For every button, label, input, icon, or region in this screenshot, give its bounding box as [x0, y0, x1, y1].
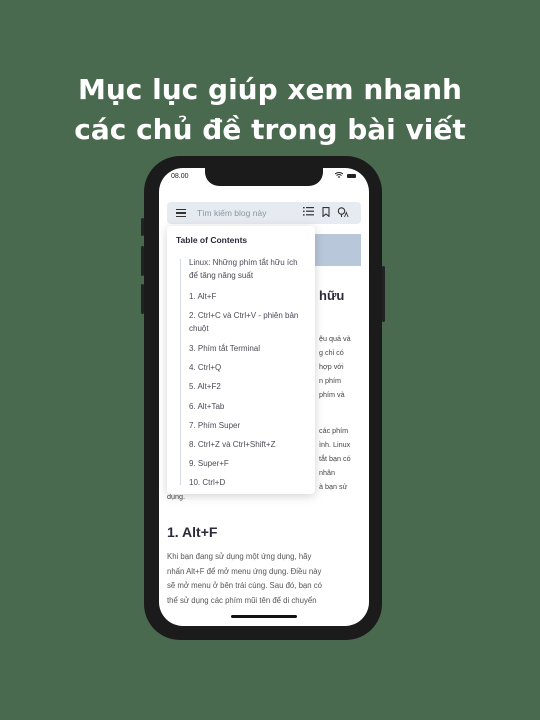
paragraph-line: thể sử dụng các phím mũi tên để di chuyể… — [167, 595, 317, 605]
article-text-fragment: các phím — [319, 426, 349, 435]
phone-side-button — [141, 218, 144, 236]
table-of-contents-popup: Table of Contents Linux: Những phím tắt … — [167, 226, 315, 494]
headline: Mục lục giúp xem nhanh các chủ đề trong … — [0, 70, 540, 150]
battery-icon — [347, 174, 356, 178]
phone-volume-up-button — [141, 246, 144, 276]
toc-item[interactable]: 3. Phím tắt Terminal — [189, 342, 307, 355]
toc-tree-line — [180, 259, 181, 485]
home-indicator[interactable] — [231, 615, 297, 618]
toc-item[interactable]: 9. Super+F — [189, 457, 307, 470]
article-paragraph: Khi bạn đang sử dụng một ứng dụng, hãy n… — [167, 550, 361, 608]
toc-item[interactable]: 2. Ctrl+C và Ctrl+V - phiên bản chuột — [189, 309, 307, 335]
toc-item[interactable]: 1. Alt+F — [189, 290, 307, 303]
toc-item[interactable]: 10. Ctrl+D — [189, 476, 307, 489]
headline-line-2: các chủ đề trong bài viết — [74, 113, 466, 146]
paragraph-line: sẽ mở menu ở bên trái cùng. Sau đó, bạn … — [167, 581, 322, 590]
article-text-fragment: tắt bạn có — [319, 454, 351, 463]
article-text-fragment: ệu quả và — [319, 334, 351, 343]
article-text-fragment: phím và — [319, 390, 345, 399]
status-icons — [334, 172, 356, 180]
paragraph-line: nhấn Alt+F để mở menu ứng dụng. Điều này — [167, 566, 322, 576]
phone-volume-down-button — [141, 284, 144, 314]
paragraph-line: Khi bạn đang sử dụng một ứng dụng, hãy — [167, 552, 312, 561]
article-heading-partial: hữu — [319, 288, 345, 303]
text-size-icon[interactable] — [337, 207, 349, 219]
article-text-fragment: nhân — [319, 468, 335, 477]
list-icon[interactable] — [302, 207, 314, 219]
toc-title: Table of Contents — [176, 235, 248, 245]
toc-item[interactable]: 5. Alt+F2 — [189, 380, 307, 393]
article-text-fragment: n phím — [319, 376, 341, 385]
toc-item[interactable]: 8. Ctrl+Z và Ctrl+Shift+Z — [189, 438, 307, 451]
toc-item[interactable]: 7. Phím Super — [189, 419, 307, 432]
article-text-fragment: g chỉ có — [319, 348, 344, 357]
phone-screen: 08.00 hữu ệu quả và g chỉ có hợp với n p… — [159, 168, 369, 626]
article-hero-image — [311, 234, 361, 266]
search-bar[interactable]: Tìm kiếm blog này — [167, 202, 361, 224]
notch — [205, 168, 323, 186]
status-time: 08.00 — [171, 173, 189, 180]
search-input[interactable]: Tìm kiếm blog này — [197, 208, 266, 218]
toc-item[interactable]: Linux: Những phím tắt hữu ích để tăng nă… — [189, 256, 307, 282]
headline-line-1: Mục lục giúp xem nhanh — [78, 73, 462, 106]
toc-item[interactable]: 4. Ctrl+Q — [189, 361, 307, 374]
article-text-fragment: ình. Linux — [319, 440, 351, 449]
article-text-fragment: hợp với — [319, 362, 344, 371]
bookmark-icon[interactable] — [320, 207, 332, 219]
toc-item[interactable]: 6. Alt+Tab — [189, 400, 307, 413]
phone-power-button — [382, 266, 385, 322]
menu-icon[interactable] — [176, 209, 186, 217]
section-title: 1. Alt+F — [167, 524, 218, 540]
article-text-fragment: à bạn sử — [319, 482, 348, 491]
wifi-icon — [334, 172, 344, 180]
